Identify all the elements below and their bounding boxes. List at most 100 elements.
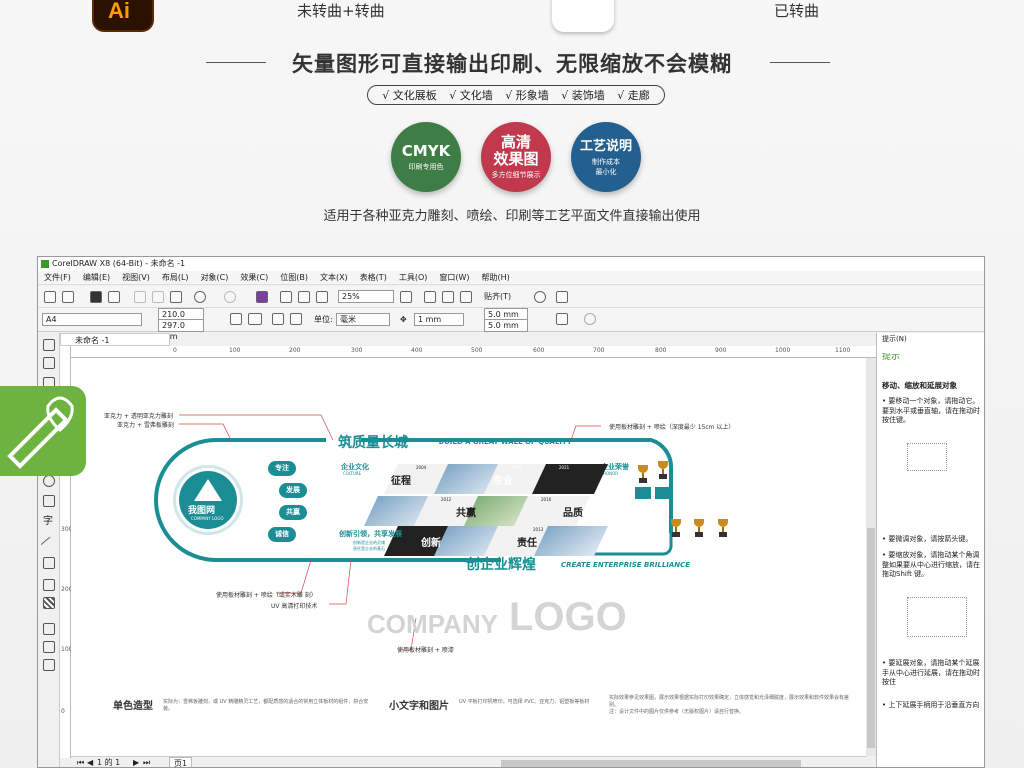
slogan-sub: 创新是企业的灵魂 责任是企业的基石 [353, 540, 385, 551]
trophy-icon [718, 519, 728, 539]
menu-edit[interactable]: 编辑(E) [83, 271, 110, 284]
ai-icon-text: Ai [108, 0, 130, 23]
docker-title: 提示 [882, 353, 901, 362]
menu-layout[interactable]: 布局(L) [162, 271, 189, 284]
menu-text[interactable]: 文本(X) [320, 271, 348, 284]
portrait-icon[interactable] [230, 313, 242, 325]
ellipse-tool-icon[interactable] [43, 475, 55, 487]
open-icon[interactable] [62, 291, 74, 303]
undo-icon[interactable] [194, 291, 206, 303]
legend-title: 小文字和图片 [389, 701, 449, 712]
options-gear-icon[interactable] [534, 291, 546, 303]
eyedropper-tool-icon[interactable] [43, 623, 55, 635]
culture-word: 专业 [493, 476, 513, 487]
current-page-icon[interactable] [290, 313, 302, 325]
snap-to-dropdown[interactable]: 贴齐(T) [484, 290, 511, 303]
menu-view[interactable]: 视图(V) [122, 271, 150, 284]
transparency-tool-icon[interactable] [43, 597, 55, 609]
vertical-scrollbar[interactable] [866, 358, 876, 756]
first-page-icon[interactable]: ⏮ [77, 757, 84, 767]
culture-word: 征程 [391, 476, 411, 487]
nudge-distance-field[interactable]: 1 mm [414, 313, 464, 326]
units-select[interactable]: 毫米 [336, 313, 390, 326]
text-tool-icon[interactable]: 字 [43, 515, 53, 528]
horizontal-scrollbar[interactable] [501, 760, 801, 767]
headline-rule-right [770, 62, 830, 63]
pedestal [655, 487, 671, 499]
value-seal: 发展 [279, 483, 307, 498]
connector-tool-icon[interactable] [43, 557, 55, 569]
menu-table[interactable]: 表格(T) [360, 271, 387, 284]
redo-icon[interactable] [224, 291, 236, 303]
show-guidelines-icon[interactable] [460, 291, 472, 303]
drop-shadow-tool-icon[interactable] [43, 579, 55, 591]
menu-tools[interactable]: 工具(O) [399, 271, 428, 284]
ruler-label: 1000 [775, 347, 791, 354]
units-label: 单位: [314, 315, 333, 324]
smart-fill-icon[interactable] [43, 659, 55, 671]
ruler-label: 200 [289, 347, 301, 354]
drawing-canvas[interactable]: 亚克力 + 透明亚克力雕刻 亚克力 + 雪弗板雕刻 使用板材雕刻 + 喷绘（深度… [71, 358, 866, 756]
interactive-fill-icon[interactable] [43, 641, 55, 653]
treat-as-filled-icon[interactable] [556, 313, 568, 325]
page-tab[interactable]: 页1 [169, 757, 193, 767]
print-icon[interactable] [108, 291, 120, 303]
horizontal-ruler[interactable]: 0 100 200 300 400 500 600 700 800 900 10… [71, 346, 876, 358]
full-screen-icon[interactable] [400, 291, 412, 303]
last-page-icon[interactable]: ⏭ [143, 757, 150, 767]
property-bar: A4 210.0 mm 297.0 mm 单位: 毫米 ✥ 1 mm 5.0 m… [38, 308, 984, 341]
app-launcher-icon[interactable] [556, 291, 568, 303]
year-label: 2004 [416, 465, 427, 470]
trophy-icon [671, 519, 681, 539]
hint-paragraph: • 要缩放对象，请拖动某个角调整如果要从中心进行缩放，请在拖动Shift 键。 [882, 551, 980, 578]
craft-badge: 工艺说明 制作成本 最小化 [571, 122, 641, 192]
show-rulers-icon[interactable] [424, 291, 436, 303]
legend-text: 实际效果参见效果图，展示效果根据实际打印效果确定，立体感觉和光泽细腻度，展示效果… [609, 695, 850, 715]
landscape-icon[interactable] [248, 313, 262, 325]
publish-pdf-icon[interactable] [316, 291, 328, 303]
copy-icon[interactable] [152, 291, 164, 303]
page-count: 1 的 1 [97, 758, 121, 767]
shape-tool-icon[interactable] [43, 357, 55, 369]
culture-word: 品质 [563, 508, 583, 519]
paper-size-select[interactable]: A4 [42, 313, 142, 326]
document-tab[interactable]: 未命名 -1 [60, 333, 170, 346]
zoom-select[interactable]: 25% [338, 290, 394, 303]
pick-tool-icon[interactable] [43, 339, 55, 351]
add-icon[interactable] [584, 313, 596, 325]
hints-docker: 提示(N) 提示 移动、缩放和延展对象 • 要移动一个对象，请拖动它。要到水平或… [876, 333, 984, 767]
wall-title-en: BUILD A GREAT WALL OF QUALITY [439, 438, 573, 446]
year-label: 2016 [541, 497, 552, 502]
export-icon[interactable] [298, 291, 310, 303]
menu-help[interactable]: 帮助(H) [482, 271, 510, 284]
menu-window[interactable]: 窗口(W) [439, 271, 469, 284]
paste-icon[interactable] [170, 291, 182, 303]
page-height-field[interactable]: 297.0 mm [158, 319, 204, 341]
tag-item: √ 文化墙 [449, 89, 493, 102]
menu-bitmaps[interactable]: 位图(B) [280, 271, 308, 284]
ruler-label: 600 [533, 347, 545, 354]
parallel-dimension-icon[interactable] [40, 536, 58, 554]
all-pages-icon[interactable] [272, 313, 284, 325]
hint-paragraph: • 要延展对象，请拖动某个延展手从中心进行延展，请在拖动时按住 [882, 659, 980, 686]
menu-file[interactable]: 文件(F) [44, 271, 71, 284]
annotation: 使用板材雕刻 + 喷绘（深度最少 15cm 以上） [609, 424, 735, 431]
duplicate-y-field[interactable]: 5.0 mm [484, 319, 528, 332]
company-placeholder: COMPANY [367, 609, 498, 639]
show-grid-icon[interactable] [442, 291, 454, 303]
import-icon[interactable] [280, 291, 292, 303]
next-page-icon[interactable]: ▶ [133, 757, 139, 767]
save-icon[interactable] [90, 291, 102, 303]
value-seal: 诚信 [268, 527, 296, 542]
trophy-icon [638, 465, 648, 485]
menu-effects[interactable]: 效果(C) [240, 271, 268, 284]
search-content-icon[interactable] [256, 291, 268, 303]
ruler-label: 1100 [835, 347, 851, 354]
menu-object[interactable]: 对象(C) [201, 271, 229, 284]
prev-page-icon[interactable]: ◀ [87, 757, 93, 767]
slogan: 创新引领，共享发展 [339, 530, 402, 538]
cut-icon[interactable] [134, 291, 146, 303]
polygon-tool-icon[interactable] [43, 495, 55, 507]
badge-subtitle: 制作成本 最小化 [592, 157, 620, 176]
new-icon[interactable] [44, 291, 56, 303]
